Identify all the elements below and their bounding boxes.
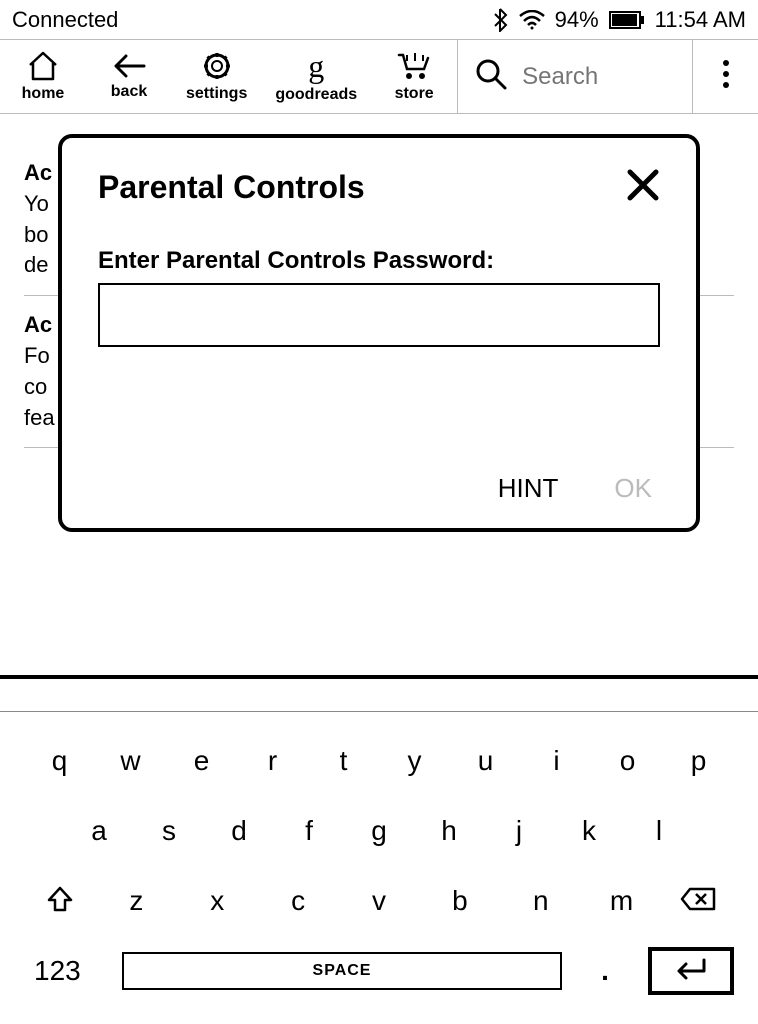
hint-button[interactable]: HINT [498,473,559,504]
key-x[interactable]: x [177,885,258,917]
key-h[interactable]: h [414,815,484,847]
numbers-key[interactable]: 123 [24,955,104,987]
key-t[interactable]: t [308,745,379,777]
key-n[interactable]: n [500,885,581,917]
battery-icon [609,11,645,29]
key-p[interactable]: p [663,745,734,777]
close-icon [626,189,660,206]
gear-icon [202,51,232,81]
close-button[interactable] [626,168,660,207]
shift-icon [46,885,74,918]
enter-key[interactable] [648,947,734,995]
connection-status: Connected [12,7,118,33]
key-y[interactable]: y [379,745,450,777]
status-right: 94% 11:54 AM [493,7,746,33]
key-f[interactable]: f [274,815,344,847]
clock: 11:54 AM [655,7,746,33]
key-i[interactable]: i [521,745,592,777]
goodreads-button[interactable]: g goodreads [261,40,371,113]
toolbar: home back settings g goodreads store [0,40,758,114]
key-r[interactable]: r [237,745,308,777]
back-label: back [111,83,147,101]
goodreads-label: goodreads [275,86,357,104]
key-m[interactable]: m [581,885,662,917]
key-l[interactable]: l [624,815,694,847]
key-z[interactable]: z [96,885,177,917]
key-e[interactable]: e [166,745,237,777]
home-button[interactable]: home [0,40,86,113]
back-button[interactable]: back [86,40,172,113]
period-key[interactable]: . [580,955,630,987]
key-k[interactable]: k [554,815,624,847]
keyboard-row-4: 123 SPACE . [24,936,734,1006]
store-button[interactable]: store [371,40,457,113]
home-icon [27,51,59,81]
key-o[interactable]: o [592,745,663,777]
settings-button[interactable]: settings [172,40,261,113]
shift-key[interactable] [24,885,96,918]
key-c[interactable]: c [258,885,339,917]
key-q[interactable]: q [24,745,95,777]
password-label: Enter Parental Controls Password: [98,247,660,275]
parental-controls-modal: Parental Controls Enter Parental Control… [58,134,700,532]
goodreads-icon: g [308,50,324,82]
more-button[interactable] [692,40,758,113]
search-input[interactable] [522,63,676,91]
battery-percent: 94% [555,7,599,33]
backspace-icon [680,887,716,916]
status-bar: Connected 94% 11:54 AM [0,0,758,40]
space-key[interactable]: SPACE [122,952,562,990]
store-label: store [395,85,434,103]
keyboard-row-3: z x c v b n m [24,866,734,936]
key-v[interactable]: v [339,885,420,917]
key-d[interactable]: d [204,815,274,847]
keyboard-row-2: a s d f g h j k l [24,796,734,866]
keyboard: q w e r t y u i o p a s d f g h j k l [0,675,758,1024]
settings-label: settings [186,85,247,103]
key-u[interactable]: u [450,745,521,777]
ok-button[interactable]: OK [614,473,652,504]
bluetooth-icon [493,8,509,32]
wifi-icon [519,10,545,30]
keyboard-row-1: q w e r t y u i o p [24,726,734,796]
back-arrow-icon [112,53,146,79]
search-icon [474,57,508,96]
key-s[interactable]: s [134,815,204,847]
home-label: home [22,85,65,103]
search-bar[interactable] [457,40,692,113]
key-b[interactable]: b [419,885,500,917]
modal-title: Parental Controls [98,169,365,206]
enter-icon [674,957,708,986]
password-input[interactable] [98,283,660,347]
key-a[interactable]: a [64,815,134,847]
key-j[interactable]: j [484,815,554,847]
cart-icon [397,51,431,81]
key-w[interactable]: w [95,745,166,777]
key-g[interactable]: g [344,815,414,847]
backspace-key[interactable] [662,887,734,916]
more-vertical-icon [722,59,730,94]
